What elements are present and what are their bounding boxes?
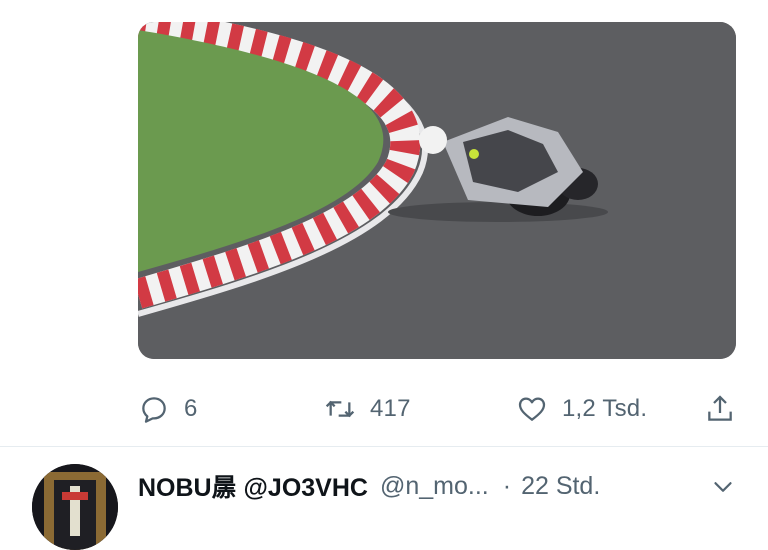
heart-icon: [518, 397, 546, 421]
tweet-timestamp[interactable]: 22 Std.: [521, 472, 600, 501]
retweet-icon: [325, 400, 355, 418]
tweet-media-video[interactable]: [138, 22, 736, 359]
reply-icon: [142, 397, 166, 423]
tweet-header: NOBU㬄 @JO3VHC @n_mo... · 22 Std.: [138, 466, 600, 506]
avatar-image: [32, 464, 118, 550]
race-track-image: [138, 22, 736, 359]
avatar[interactable]: [32, 464, 118, 550]
reply-button[interactable]: 6: [138, 388, 198, 430]
reply-count: 6: [184, 395, 198, 422]
tweet-actions: 6 417 1,2 Tsd.: [138, 388, 738, 430]
like-button[interactable]: 1,2 Tsd.: [516, 388, 647, 430]
user-handle[interactable]: @n_mo...: [380, 472, 489, 501]
tweet-divider: [0, 446, 768, 447]
tweet-menu-button[interactable]: [708, 472, 738, 502]
retweet-count: 417: [370, 395, 411, 422]
display-name[interactable]: NOBU㬄 @JO3VHC: [138, 468, 368, 504]
share-button[interactable]: [704, 388, 736, 430]
separator-dot: ·: [502, 471, 512, 500]
share-icon: [708, 395, 732, 421]
chevron-down-icon: [714, 482, 732, 492]
like-count: 1,2 Tsd.: [562, 395, 648, 422]
retweet-button[interactable]: 417: [324, 388, 411, 430]
